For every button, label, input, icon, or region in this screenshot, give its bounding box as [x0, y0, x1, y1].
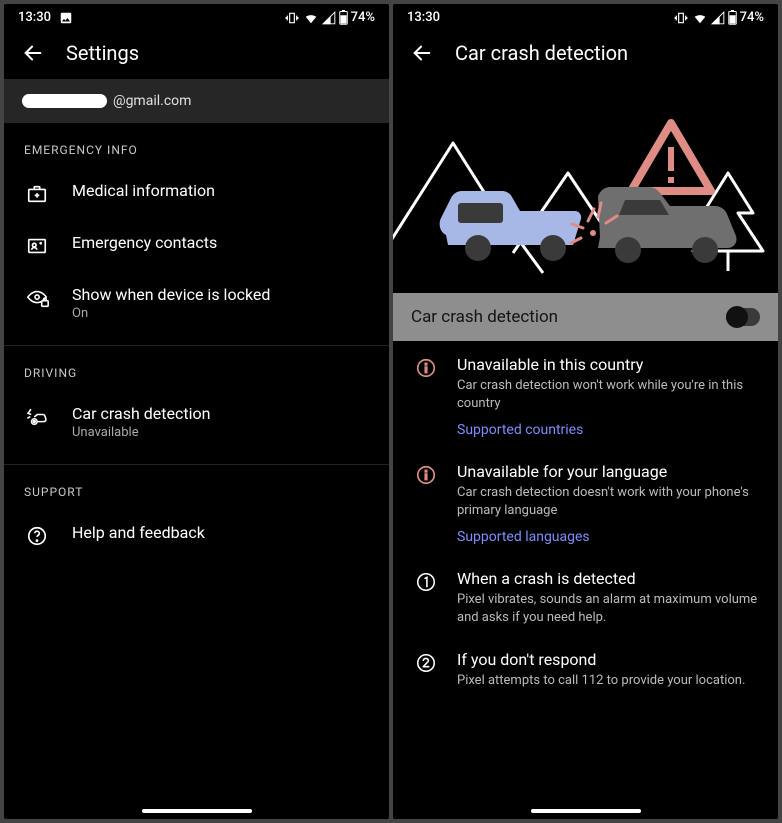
- row-label: Show when device is locked: [72, 285, 369, 304]
- vibrate-icon: [673, 11, 689, 25]
- wifi-icon: [303, 11, 319, 25]
- link-supported-languages[interactable]: Supported languages: [457, 529, 590, 545]
- signal-icon: [322, 11, 336, 25]
- row-subtext: On: [72, 306, 369, 321]
- page-title: Settings: [66, 41, 139, 65]
- info-desc: Car crash detection doesn't work with yo…: [457, 484, 758, 519]
- car-crash-icon: [26, 406, 50, 428]
- status-time: 13:30: [407, 10, 440, 25]
- row-label: Car crash detection: [72, 404, 369, 423]
- row-emergency-contacts[interactable]: Emergency contacts: [4, 219, 389, 271]
- toggle-label: Car crash detection: [411, 307, 558, 327]
- battery-icon: [728, 10, 737, 25]
- account-suffix: @gmail.com: [113, 93, 191, 109]
- app-bar: Settings: [4, 29, 389, 79]
- eye-lock-icon: [26, 287, 50, 309]
- medical-icon: [26, 183, 48, 205]
- account-row[interactable]: @gmail.com: [4, 79, 389, 123]
- nav-pill[interactable]: [142, 809, 252, 813]
- status-bar: 13:30 74%: [4, 4, 389, 29]
- info-alert-icon: [415, 464, 437, 486]
- vibrate-icon: [284, 11, 300, 25]
- crash-detection-screen: 13:30 74% Car crash detection: [393, 4, 778, 819]
- info-title: Unavailable in this country: [457, 355, 758, 374]
- row-help-feedback[interactable]: Help and feedback: [4, 509, 389, 561]
- row-subtext: Unavailable: [72, 425, 369, 440]
- help-icon: [26, 525, 48, 547]
- info-title: Unavailable for your language: [457, 462, 758, 481]
- step-one-icon: [415, 571, 437, 593]
- back-icon[interactable]: [411, 42, 433, 64]
- contact-card-icon: [26, 235, 48, 257]
- section-header-emergency: EMERGENCY INFO: [4, 123, 389, 167]
- info-title: When a crash is detected: [457, 569, 758, 588]
- settings-screen: 13:30 74% Settings @gmail.com EMERGENCY …: [4, 4, 389, 819]
- info-desc: Pixel vibrates, sounds an alarm at maxim…: [457, 591, 758, 626]
- status-time: 13:30: [18, 10, 51, 25]
- step-two-icon: [415, 652, 437, 674]
- toggle-switch[interactable]: [726, 308, 760, 326]
- toggle-row[interactable]: Car crash detection: [393, 293, 778, 341]
- section-header-driving: DRIVING: [4, 346, 389, 390]
- row-label: Medical information: [72, 181, 369, 200]
- row-if-no-respond: If you don't respond Pixel attempts to c…: [393, 636, 778, 700]
- wifi-icon: [692, 11, 708, 25]
- row-label: Help and feedback: [72, 523, 369, 542]
- status-battery: 74%: [740, 10, 764, 25]
- signal-icon: [711, 11, 725, 25]
- hero-illustration: [393, 83, 778, 293]
- status-battery: 74%: [351, 10, 375, 25]
- page-title: Car crash detection: [455, 41, 628, 65]
- redacted-email-prefix: [22, 94, 107, 108]
- battery-icon: [339, 10, 348, 25]
- app-bar: Car crash detection: [393, 29, 778, 79]
- image-icon: [59, 11, 73, 25]
- row-label: Emergency contacts: [72, 233, 369, 252]
- row-unavailable-language: Unavailable for your language Car crash …: [393, 448, 778, 555]
- info-desc: Pixel attempts to call 112 to provide yo…: [457, 672, 758, 690]
- status-bar: 13:30 74%: [393, 4, 778, 29]
- row-car-crash-detection[interactable]: Car crash detection Unavailable: [4, 390, 389, 454]
- back-icon[interactable]: [22, 42, 44, 64]
- row-medical-info[interactable]: Medical information: [4, 167, 389, 219]
- section-header-support: SUPPORT: [4, 465, 389, 509]
- info-desc: Car crash detection won't work while you…: [457, 377, 758, 412]
- row-when-crash-detected: When a crash is detected Pixel vibrates,…: [393, 555, 778, 636]
- row-unavailable-country: Unavailable in this country Car crash de…: [393, 341, 778, 448]
- link-supported-countries[interactable]: Supported countries: [457, 422, 583, 438]
- nav-pill[interactable]: [531, 809, 641, 813]
- row-show-when-locked[interactable]: Show when device is locked On: [4, 271, 389, 335]
- info-title: If you don't respond: [457, 650, 758, 669]
- info-alert-icon: [415, 357, 437, 379]
